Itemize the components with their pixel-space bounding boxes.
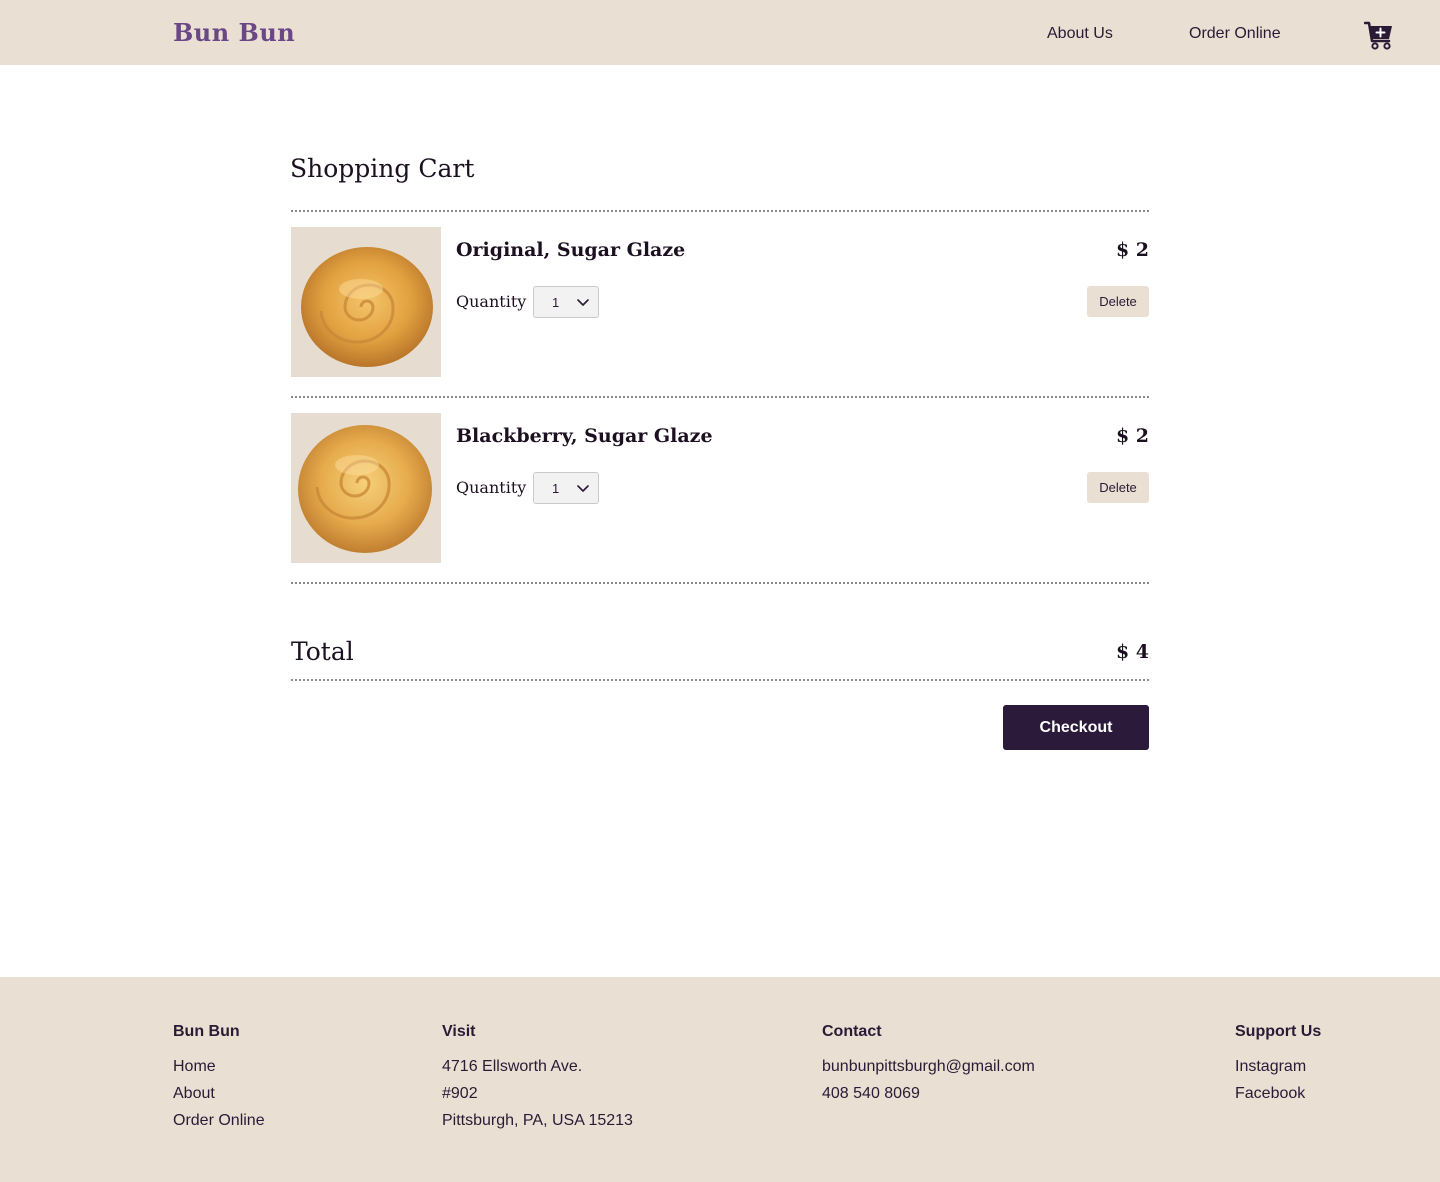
nav-order-online[interactable]: Order Online: [1189, 25, 1281, 43]
product-image: [291, 413, 441, 563]
cart-plus-icon[interactable]: [1364, 19, 1394, 51]
quantity-value: 1: [552, 295, 560, 310]
delete-button[interactable]: Delete: [1087, 286, 1149, 317]
footer-support-column: Support Us Instagram Facebook: [1235, 1023, 1321, 1112]
divider: [291, 396, 1149, 398]
cart-item: Blackberry, Sugar Glaze $ 2 Quantity 1 D…: [291, 413, 1149, 563]
footer-visit-column: Visit 4716 Ellsworth Ave. #902 Pittsburg…: [442, 1023, 633, 1139]
address-line: Pittsburgh, PA, USA 15213: [442, 1112, 633, 1129]
item-price: $ 2: [1115, 239, 1149, 261]
contact-phone: 408 540 8069: [822, 1085, 920, 1102]
footer-link-order-online[interactable]: Order Online: [173, 1112, 265, 1139]
footer-heading: Visit: [442, 1023, 476, 1040]
logo[interactable]: Bun Bun: [173, 18, 295, 47]
footer-heading: Contact: [822, 1023, 882, 1040]
cart-item: Original, Sugar Glaze $ 2 Quantity 1 Del…: [291, 227, 1149, 377]
product-image: [291, 227, 441, 377]
footer-link-home[interactable]: Home: [173, 1058, 265, 1085]
checkout-button[interactable]: Checkout: [1003, 705, 1149, 750]
item-name: Original, Sugar Glaze: [456, 239, 686, 261]
quantity-value: 1: [552, 481, 560, 496]
footer-contact-column: Contact bunbunpittsburgh@gmail.com 408 5…: [822, 1023, 1035, 1112]
quantity-select[interactable]: 1: [533, 472, 599, 504]
quantity-label: Quantity: [456, 292, 527, 311]
footer-link-facebook[interactable]: Facebook: [1235, 1085, 1321, 1112]
site-footer: Bun Bun Home About Order Online Visit 47…: [0, 977, 1440, 1182]
chevron-down-icon: [577, 485, 589, 492]
divider: [291, 679, 1149, 681]
footer-link-instagram[interactable]: Instagram: [1235, 1058, 1321, 1085]
quantity-select[interactable]: 1: [533, 286, 599, 318]
contact-email[interactable]: bunbunpittsburgh@gmail.com: [822, 1058, 1035, 1085]
footer-heading: Bun Bun: [173, 1023, 240, 1040]
total-value: $ 4: [1115, 641, 1149, 663]
divider: [291, 582, 1149, 584]
footer-link-about[interactable]: About: [173, 1085, 265, 1112]
address-line: #902: [442, 1085, 478, 1102]
quantity-label: Quantity: [456, 478, 527, 497]
address-line: 4716 Ellsworth Ave.: [442, 1058, 583, 1075]
item-price: $ 2: [1115, 425, 1149, 447]
nav-about-us[interactable]: About Us: [1047, 25, 1113, 43]
footer-brand-column: Bun Bun Home About Order Online: [173, 1023, 265, 1139]
chevron-down-icon: [577, 299, 589, 306]
total-label: Total: [291, 637, 354, 666]
footer-heading: Support Us: [1235, 1023, 1322, 1040]
item-name: Blackberry, Sugar Glaze: [456, 425, 713, 447]
page-title: Shopping Cart: [290, 154, 475, 183]
site-header: Bun Bun About Us Order Online: [0, 0, 1440, 65]
divider: [291, 210, 1149, 212]
delete-button[interactable]: Delete: [1087, 472, 1149, 503]
